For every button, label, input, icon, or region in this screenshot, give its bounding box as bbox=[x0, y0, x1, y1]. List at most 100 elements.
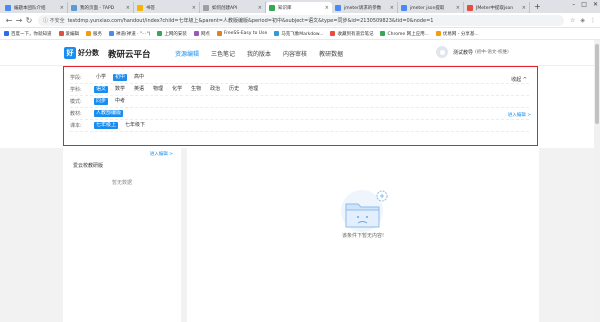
forward-icon[interactable]: → bbox=[14, 16, 24, 25]
tab-favicon-icon bbox=[335, 4, 341, 11]
star-icon[interactable]: ☆ bbox=[570, 17, 575, 24]
tab-close-icon[interactable]: × bbox=[126, 5, 130, 11]
left-enter-edit-link[interactable]: 进入编辑 > bbox=[150, 151, 173, 157]
nav-item[interactable]: 我的版本 bbox=[247, 49, 271, 58]
menu-icon[interactable]: ⋮ bbox=[590, 17, 596, 24]
avatar bbox=[436, 46, 448, 58]
tab-close-icon[interactable]: × bbox=[60, 5, 64, 11]
tab-close-icon[interactable]: × bbox=[456, 5, 460, 11]
user-name: 测试教导 bbox=[453, 49, 474, 56]
tab-favicon-icon bbox=[203, 4, 209, 11]
filter-option[interactable]: 中考 bbox=[113, 98, 127, 105]
bookmark-label: 收藏到有道云笔记 bbox=[337, 31, 374, 37]
tab-favicon-icon bbox=[71, 4, 77, 11]
filter-option[interactable]: 化学 bbox=[170, 86, 184, 93]
filter-option[interactable]: 高中 bbox=[132, 74, 146, 81]
page-scrollbar[interactable] bbox=[594, 40, 600, 322]
bookmark-label: 马克飞象Markdow... bbox=[281, 31, 324, 37]
tab-favicon-icon bbox=[269, 4, 275, 11]
bookmark-label: 禅道(禅道 · "- ·") bbox=[116, 31, 151, 37]
filter-option[interactable]: 英语 bbox=[132, 86, 146, 93]
left-empty-text: 暂无数据 bbox=[111, 180, 132, 186]
filter-panel: 收起 ^ 进入编辑 > 学段: 小学 初中 高中 学科: 语文 数学 英语 物理 化学 生物 政治 历史… bbox=[63, 66, 538, 146]
filter-option[interactable]: 历史 bbox=[227, 86, 241, 93]
browser-tab[interactable]: 我的页面 - TAPD × bbox=[68, 2, 134, 13]
filter-option[interactable]: 七年级上 bbox=[94, 122, 119, 129]
bookmark-item[interactable]: FreeSS-Easy to Use bbox=[216, 31, 267, 36]
security-indicator[interactable]: ⓘ 不安全 bbox=[43, 17, 65, 24]
maximize-icon[interactable]: □ bbox=[581, 1, 587, 8]
extension-icon[interactable]: ◈ bbox=[580, 17, 585, 24]
filter-option[interactable]: 小学 bbox=[94, 74, 108, 81]
filter-option[interactable]: 同步 bbox=[94, 98, 109, 105]
tab-close-icon[interactable]: × bbox=[258, 5, 262, 11]
bookmark-item[interactable]: 优易网 - 分享基... bbox=[435, 31, 479, 37]
bookmark-label: 优易网 - 分享基... bbox=[442, 31, 479, 37]
url-input[interactable]: ⓘ 不安全 testdmp.yunxiao.com/handout/index?… bbox=[38, 14, 564, 26]
filter-row: 学段: 小学 初中 高中 bbox=[70, 72, 529, 84]
bookmark-label: 服务 bbox=[93, 31, 102, 37]
filter-option[interactable]: 地理 bbox=[246, 86, 260, 93]
filter-option[interactable]: 生物 bbox=[189, 86, 203, 93]
tab-title: 书签 bbox=[146, 5, 155, 11]
bookmark-item[interactable]: 马克飞象Markdow... bbox=[274, 31, 323, 37]
browser-tab[interactable]: 知识库 × bbox=[266, 2, 332, 13]
filter-option[interactable]: 人教部编版 bbox=[94, 110, 124, 117]
tab-title: JMeter中提取json bbox=[476, 5, 514, 11]
bookmark-item[interactable]: Chrome 网上应用... bbox=[380, 31, 429, 37]
browser-tab[interactable]: 如何创建API × bbox=[200, 2, 266, 13]
browser-tab[interactable]: JMeter中提取json × bbox=[464, 2, 530, 13]
bookmarks-bar: 百度一下，你就知道 爱编辑 服务 禅道(禅道 · "- ·") 上网的安装 网点 FreeS… bbox=[0, 28, 600, 40]
bookmark-favicon-icon bbox=[193, 31, 199, 36]
app-logo[interactable]: 好 好分数 bbox=[64, 47, 99, 59]
url-text: testdmp.yunxiao.com/handout/index?child=… bbox=[67, 17, 434, 24]
scrollbar-thumb[interactable] bbox=[595, 44, 599, 124]
back-icon[interactable]: ← bbox=[4, 16, 14, 25]
tab-title: jmeter请求的参数 bbox=[344, 5, 382, 11]
bookmark-favicon-icon bbox=[274, 31, 280, 36]
bookmark-item[interactable]: 百度一下，你就知道 bbox=[4, 31, 52, 37]
browser-tab[interactable]: jmeter json提取 × bbox=[398, 2, 464, 13]
tab-close-icon[interactable]: × bbox=[390, 5, 394, 11]
tab-close-icon[interactable]: × bbox=[192, 5, 196, 11]
nav-item[interactable]: 资源编辑 bbox=[175, 49, 199, 58]
logo-text: 好分数 bbox=[78, 49, 99, 57]
filter-option[interactable]: 初中 bbox=[113, 74, 128, 81]
bookmark-item[interactable]: 网点 bbox=[193, 31, 210, 37]
tab-favicon-icon bbox=[401, 4, 407, 11]
main-empty-text: 该条件下暂无内容! bbox=[341, 233, 384, 239]
bookmark-item[interactable]: 收藏到有道云笔记 bbox=[330, 31, 373, 37]
user-menu[interactable]: 测试教导 (初中-语文-校维) bbox=[436, 46, 509, 58]
browser-tab[interactable]: 书签 × bbox=[134, 2, 200, 13]
bookmark-item[interactable]: 爱编辑 bbox=[58, 31, 79, 37]
tab-title: 我的页面 - TAPD bbox=[80, 5, 115, 11]
nav-item[interactable]: 三色笔记 bbox=[211, 49, 235, 58]
left-panel: 进入编辑 > 爱云校教研版 暂无数据 bbox=[63, 148, 181, 322]
minimize-icon[interactable]: – bbox=[572, 1, 575, 8]
filter-option[interactable]: 物理 bbox=[151, 86, 165, 93]
browser-tab[interactable]: jmeter请求的参数 × bbox=[332, 2, 398, 13]
close-icon[interactable]: ✕ bbox=[593, 1, 598, 8]
tab-title: jmeter json提取 bbox=[410, 5, 445, 11]
reload-icon[interactable]: ↻ bbox=[24, 16, 34, 25]
bookmark-item[interactable]: 禅道(禅道 · "- ·") bbox=[109, 31, 150, 37]
new-tab-button[interactable]: + bbox=[530, 2, 545, 13]
nav-item[interactable]: 内容审核 bbox=[283, 49, 307, 58]
bookmark-favicon-icon bbox=[330, 31, 336, 36]
filter-option[interactable]: 七年级下 bbox=[123, 122, 147, 129]
bookmark-favicon-icon bbox=[157, 31, 163, 36]
tab-close-icon[interactable]: × bbox=[325, 5, 329, 11]
nav-item[interactable]: 教研数据 bbox=[319, 49, 343, 58]
filter-option[interactable]: 政治 bbox=[208, 86, 222, 93]
bookmark-label: Chrome 网上应用... bbox=[387, 31, 429, 37]
browser-tab[interactable]: 编题本团队介绍 × bbox=[2, 2, 68, 13]
bookmark-item[interactable]: 上网的安装 bbox=[157, 31, 187, 37]
filter-option[interactable]: 语文 bbox=[94, 86, 109, 93]
address-actions: ☆ ◈ ⋮ bbox=[570, 17, 596, 24]
tab-title: 编题本团队介绍 bbox=[14, 5, 46, 11]
filter-row: 教材: 人教部编版 bbox=[70, 108, 529, 120]
bookmark-item[interactable]: 服务 bbox=[86, 31, 102, 37]
tab-close-icon[interactable]: × bbox=[522, 5, 526, 11]
bookmark-label: 上网的安装 bbox=[164, 31, 187, 37]
filter-option[interactable]: 数学 bbox=[113, 86, 127, 93]
